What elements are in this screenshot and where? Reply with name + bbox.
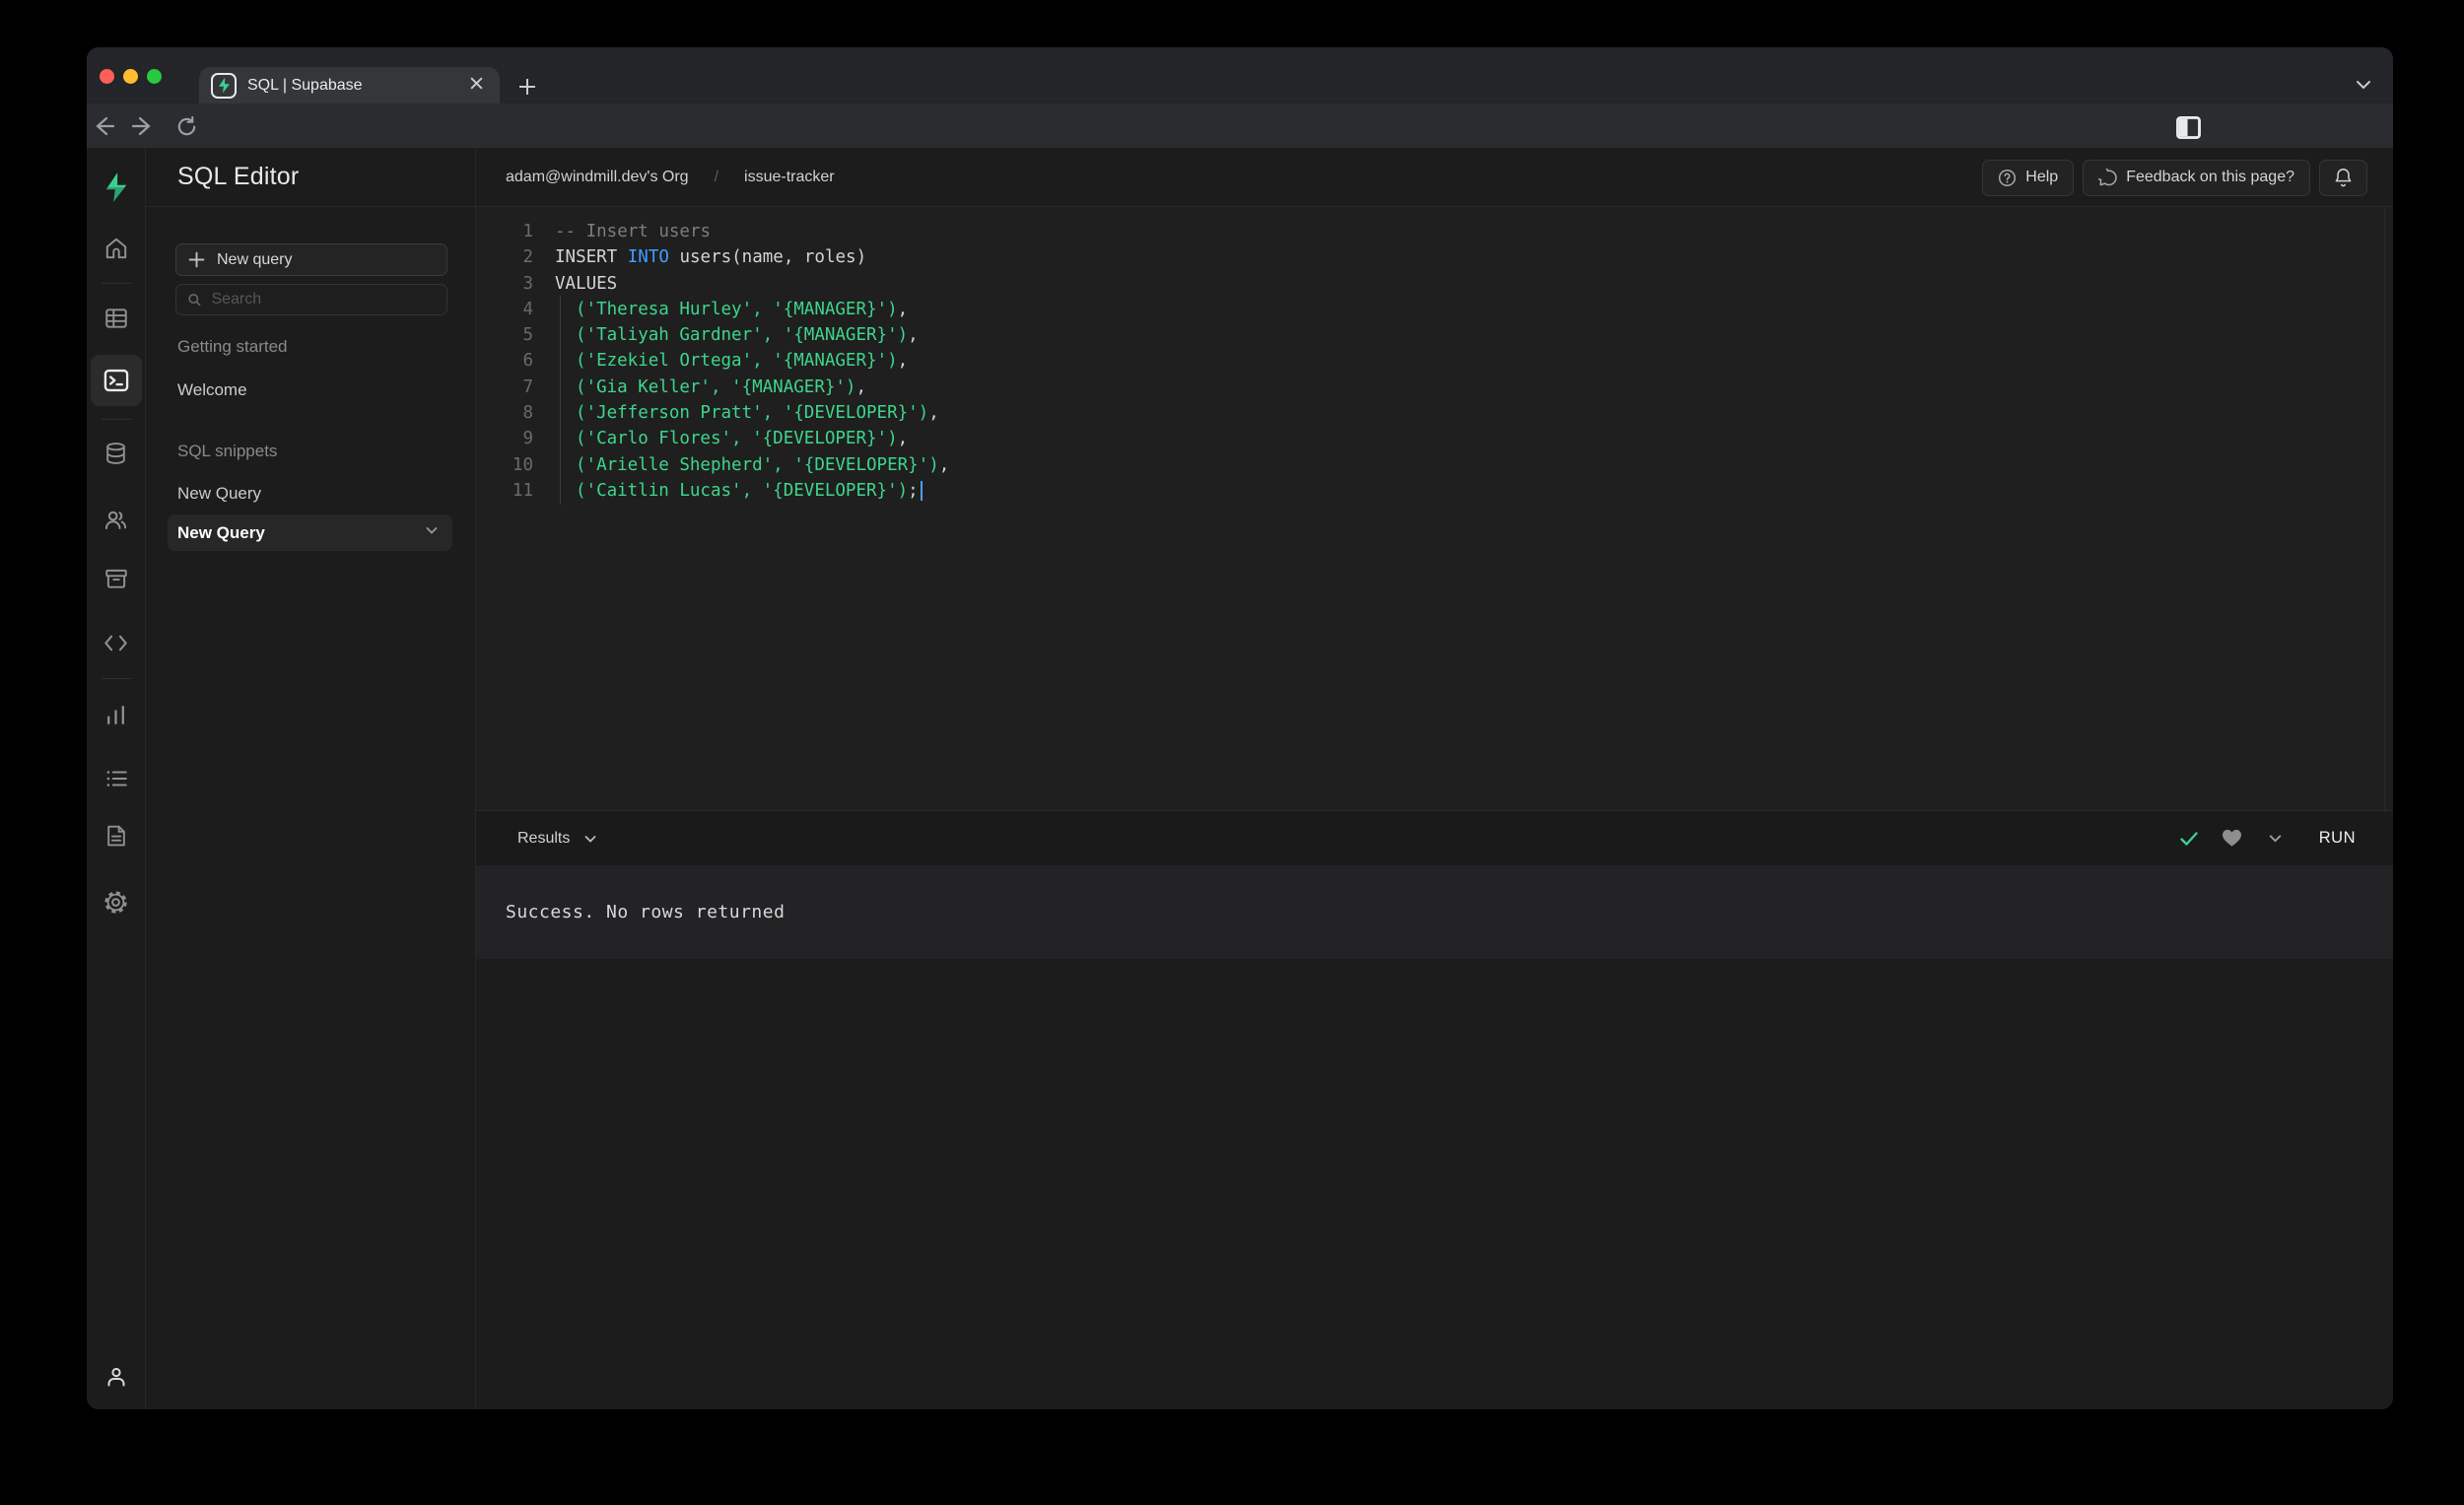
- sidebar-item-new-query[interactable]: New Query: [177, 484, 261, 504]
- code-line[interactable]: 11 ('Caitlin Lucas', '{DEVELOPER}');: [476, 476, 2393, 506]
- code-line[interactable]: 4 ('Theresa Hurley', '{MANAGER}'),: [476, 295, 2393, 324]
- breadcrumb: adam@windmill.dev's Org / issue-tracker: [506, 169, 835, 186]
- results-bar: Results RUN: [476, 810, 2393, 865]
- tab-list-chevron-icon[interactable]: [2350, 71, 2377, 99]
- success-check-icon: [2167, 821, 2211, 856]
- sql-editor-icon-active[interactable]: [91, 355, 142, 406]
- settings-gear-icon[interactable]: [103, 888, 130, 916]
- notifications-bell-button[interactable]: [2319, 159, 2367, 196]
- search-input[interactable]: [211, 291, 436, 308]
- side-panel-icon[interactable]: [2173, 112, 2203, 142]
- line-number: 6: [522, 351, 533, 372]
- sql-editor-sidebar: SQL Editor New query Getting started Wel…: [146, 148, 476, 1409]
- rail-divider: [102, 419, 131, 420]
- sidebar-item-new-query-selected[interactable]: New Query: [168, 514, 452, 551]
- line-number: 1: [522, 222, 533, 241]
- results-dropdown[interactable]: Results: [517, 830, 597, 848]
- code-line[interactable]: 3 VALUES: [476, 271, 2393, 297]
- code-line[interactable]: 2 INSERT INTO users(name, roles): [476, 244, 2393, 270]
- logs-list-icon[interactable]: [103, 765, 130, 792]
- search-icon: [188, 294, 201, 307]
- help-button[interactable]: Help: [1982, 159, 2075, 196]
- feedback-button[interactable]: Feedback on this page?: [2083, 159, 2310, 196]
- tab-title: SQL | Supabase: [247, 76, 363, 94]
- line-number: 11: [512, 480, 533, 501]
- supabase-logo-icon[interactable]: [103, 172, 130, 202]
- line-number: 2: [522, 247, 533, 268]
- database-icon[interactable]: [103, 440, 130, 467]
- code-line[interactable]: 9 ('Carlo Flores', '{DEVELOPER}'),: [476, 425, 2393, 453]
- new-tab-button[interactable]: [513, 73, 541, 101]
- sql-code-editor[interactable]: 1 -- Insert users 2 INSERT INTO users(name,…: [476, 207, 2393, 810]
- line-number: 8: [522, 403, 533, 424]
- code-line[interactable]: 1 -- Insert users: [476, 219, 2393, 244]
- run-options-chevron-icon[interactable]: [2254, 821, 2297, 856]
- section-label-sql-snippets: SQL snippets: [177, 442, 278, 460]
- edge-functions-icon[interactable]: [103, 629, 130, 656]
- rail-divider: [102, 283, 131, 284]
- reports-chart-icon[interactable]: [103, 701, 130, 728]
- api-docs-icon[interactable]: [103, 822, 130, 850]
- home-icon[interactable]: [103, 235, 130, 262]
- rail-divider: [102, 678, 131, 679]
- tab-strip: SQL | Supabase: [87, 47, 2393, 103]
- code-line[interactable]: 6 ('Ezekiel Ortega', '{MANAGER}'),: [476, 347, 2393, 376]
- content-header: adam@windmill.dev's Org / issue-tracker …: [476, 148, 2393, 207]
- auth-users-icon[interactable]: [103, 506, 130, 533]
- close-window-button[interactable]: [100, 69, 114, 84]
- line-number: 10: [512, 454, 533, 475]
- reload-icon[interactable]: [171, 111, 201, 141]
- nav-rail: [87, 148, 146, 1409]
- chevron-down-icon: [584, 835, 596, 843]
- browser-window: SQL | Supabase app.supabase.com/: [87, 47, 2393, 1409]
- page-title: SQL Editor: [177, 163, 300, 190]
- code-line[interactable]: 10 ('Arielle Shepherd', '{DEVELOPER}'),: [476, 450, 2393, 480]
- supabase-favicon-icon: [211, 72, 237, 99]
- line-number: 9: [522, 429, 533, 449]
- new-query-button[interactable]: New query: [175, 243, 447, 276]
- sidebar-header: SQL Editor: [146, 148, 475, 207]
- plus-icon: [188, 251, 205, 268]
- storage-icon[interactable]: [103, 565, 130, 592]
- line-number: 3: [522, 273, 533, 294]
- success-message: Success. No rows returned: [506, 902, 786, 923]
- tab-close-icon[interactable]: [465, 74, 488, 97]
- sidebar-item-welcome[interactable]: Welcome: [177, 380, 247, 400]
- browser-toolbar: app.supabase.com/project/azahtnhqohyjerz…: [87, 103, 2393, 200]
- account-user-icon[interactable]: [103, 1363, 130, 1391]
- forward-icon[interactable]: [128, 111, 158, 141]
- table-editor-icon[interactable]: [103, 305, 130, 332]
- browser-tab[interactable]: SQL | Supabase: [199, 67, 500, 103]
- snippet-search[interactable]: [175, 284, 447, 315]
- section-label-getting-started: Getting started: [177, 337, 288, 356]
- line-number: 4: [522, 299, 533, 319]
- run-button[interactable]: RUN: [2297, 823, 2356, 854]
- favorite-heart-icon[interactable]: [2211, 821, 2254, 856]
- bell-icon: [2335, 169, 2352, 187]
- breadcrumb-org[interactable]: adam@windmill.dev's Org: [506, 169, 689, 186]
- back-icon[interactable]: [89, 111, 118, 141]
- code-line[interactable]: 5 ('Taliyah Gardner', '{MANAGER}'),: [476, 321, 2393, 350]
- code-lines: 1 -- Insert users 2 INSERT INTO users(name,…: [476, 219, 2393, 506]
- breadcrumb-project[interactable]: issue-tracker: [744, 169, 835, 186]
- zoom-window-button[interactable]: [147, 69, 162, 84]
- chevron-down-icon[interactable]: [425, 523, 439, 542]
- text-cursor: [920, 480, 923, 501]
- main-content: adam@windmill.dev's Org / issue-tracker …: [476, 148, 2393, 1409]
- chat-bubble-icon: [2098, 168, 2117, 185]
- line-number: 7: [522, 376, 533, 397]
- help-circle-icon: [1999, 169, 2017, 186]
- minimize-window-button[interactable]: [123, 69, 138, 84]
- results-output: Success. No rows returned: [476, 865, 2393, 959]
- code-line[interactable]: 7 ('Gia Keller', '{MANAGER}'),: [476, 373, 2393, 402]
- code-line[interactable]: 8 ('Jefferson Pratt', '{DEVELOPER}'),: [476, 399, 2393, 428]
- supabase-app: SQL Editor New query Getting started Wel…: [87, 148, 2393, 1409]
- line-number: 5: [522, 325, 533, 346]
- breadcrumb-separator: /: [714, 168, 719, 185]
